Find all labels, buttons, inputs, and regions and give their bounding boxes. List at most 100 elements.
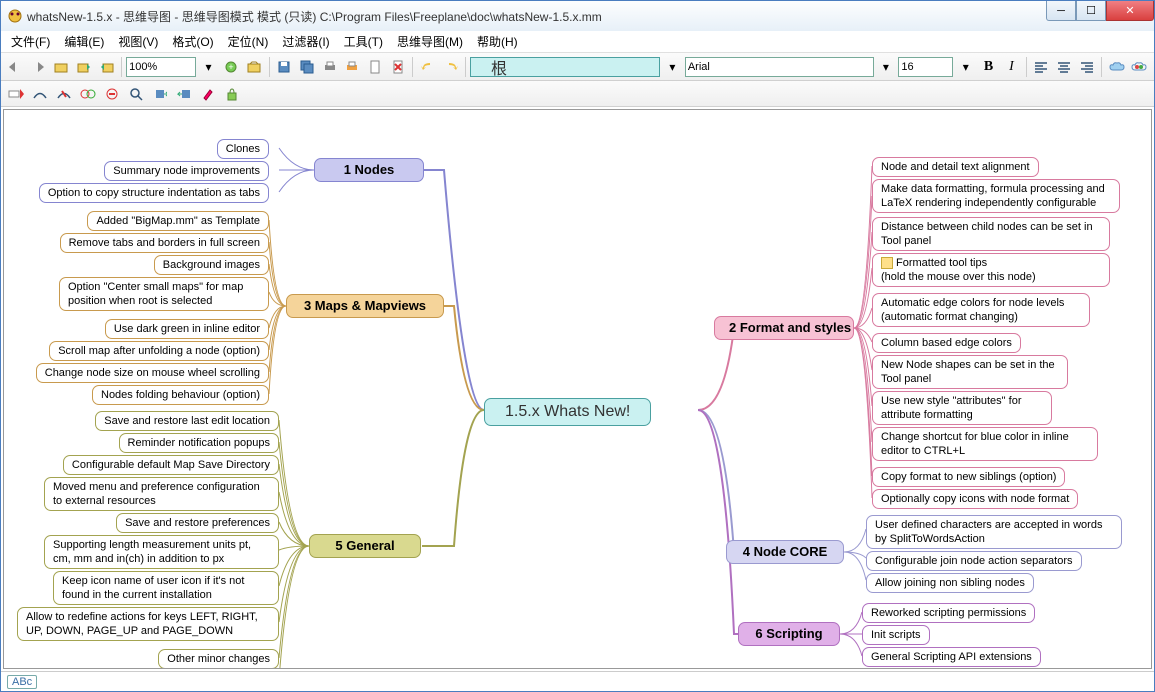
leaf-node[interactable]: Use new style "attributes" for attribute…	[872, 391, 1052, 425]
branch-maps[interactable]: 3 Maps & Mapviews	[286, 294, 444, 318]
cloud-icon[interactable]	[1106, 56, 1127, 78]
encrypt-icon[interactable]	[221, 83, 243, 105]
align-right-icon[interactable]	[1076, 56, 1097, 78]
bold-button[interactable]: B	[978, 56, 999, 78]
menu-navigate[interactable]: 定位(N)	[222, 31, 275, 52]
save-icon[interactable]	[274, 56, 295, 78]
folder-left-icon[interactable]	[73, 56, 94, 78]
redo-icon[interactable]	[440, 56, 461, 78]
menu-edit[interactable]: 编辑(E)	[58, 31, 110, 52]
link-icon[interactable]	[29, 83, 51, 105]
chevron-down-icon[interactable]: ▾	[955, 56, 976, 78]
leaf-node[interactable]: Background images	[154, 255, 269, 275]
menu-view[interactable]: 视图(V)	[112, 31, 164, 52]
leaf-node[interactable]: Remove tabs and borders in full screen	[60, 233, 269, 253]
mindmap-canvas[interactable]: 1.5.x Whats New! 1 Nodes Clones Summary …	[3, 109, 1152, 669]
prev-map-icon[interactable]	[5, 56, 26, 78]
leaf-node[interactable]: Summary node improvements	[104, 161, 269, 181]
leaf-node[interactable]: Reminder notification popups	[119, 433, 279, 453]
filter-apply-icon[interactable]	[77, 83, 99, 105]
goto-back-icon[interactable]	[173, 83, 195, 105]
leaf-node[interactable]: Configurable join node action separators	[866, 551, 1082, 571]
leaf-node[interactable]: Reworked scripting permissions	[862, 603, 1035, 623]
leaf-node[interactable]: User defined characters are accepted in …	[866, 515, 1122, 549]
root-node[interactable]: 1.5.x Whats New!	[484, 398, 651, 426]
leaf-node[interactable]: Change node size on mouse wheel scrollin…	[36, 363, 269, 383]
branch-format[interactable]: 2 Format and styles	[714, 316, 854, 340]
leaf-node[interactable]: Optionally copy icons with node format	[872, 489, 1078, 509]
leaf-node[interactable]: Formatted tool tips (hold the mouse over…	[872, 253, 1110, 287]
unlink-icon[interactable]	[53, 83, 75, 105]
highlight-icon[interactable]	[197, 83, 219, 105]
align-left-icon[interactable]	[1031, 56, 1052, 78]
fontsize-combo[interactable]	[898, 57, 953, 77]
leaf-node[interactable]: Allow joining non sibling nodes	[866, 573, 1034, 593]
leaf-node[interactable]: Option to copy structure indentation as …	[39, 183, 269, 203]
leaf-node[interactable]: Make data formatting, formula processing…	[872, 179, 1120, 213]
style-combo[interactable]	[470, 57, 660, 77]
undo-icon[interactable]	[417, 56, 438, 78]
toolbar-secondary	[1, 81, 1154, 107]
svg-text:+: +	[229, 62, 234, 72]
close-map-icon[interactable]	[388, 56, 409, 78]
page-setup-icon[interactable]	[365, 56, 386, 78]
leaf-node[interactable]: General Scripting API extensions	[862, 647, 1041, 667]
print-icon[interactable]	[319, 56, 340, 78]
leaf-node[interactable]: Change shortcut for blue color in inline…	[872, 427, 1098, 461]
leaf-node[interactable]: Use dark green in inline editor	[105, 319, 269, 339]
print-preview-icon[interactable]	[342, 56, 363, 78]
goto-root-icon[interactable]	[149, 83, 171, 105]
cloud-color-icon[interactable]	[1129, 56, 1150, 78]
filter-reset-icon[interactable]	[101, 83, 123, 105]
leaf-node[interactable]: Supporting length measurement units pt, …	[44, 535, 279, 569]
zoom-combo[interactable]	[126, 57, 196, 77]
align-center-icon[interactable]	[1054, 56, 1075, 78]
chevron-down-icon[interactable]: ▾	[198, 56, 219, 78]
leaf-node[interactable]: Scroll map after unfolding a node (optio…	[49, 341, 269, 361]
menu-mindmap[interactable]: 思维导图(M)	[391, 31, 469, 52]
branch-core[interactable]: 4 Node CORE	[726, 540, 844, 564]
save-all-icon[interactable]	[296, 56, 317, 78]
leaf-node[interactable]: Save and restore last edit location	[95, 411, 279, 431]
leaf-node[interactable]: Option "Center small maps" for map posit…	[59, 277, 269, 311]
leaf-node[interactable]: Automatic edge colors for node levels (a…	[872, 293, 1090, 327]
leaf-node[interactable]: Clones	[217, 139, 269, 159]
chevron-down-icon[interactable]: ▾	[662, 56, 683, 78]
leaf-node[interactable]: Column based edge colors	[872, 333, 1021, 353]
leaf-node[interactable]: Allow to redefine actions for keys LEFT,…	[17, 607, 279, 641]
menu-file[interactable]: 文件(F)	[5, 31, 56, 52]
branch-scripting[interactable]: 6 Scripting	[738, 622, 840, 646]
menu-help[interactable]: 帮助(H)	[471, 31, 524, 52]
leaf-node[interactable]: Other minor changes	[158, 649, 279, 669]
leaf-node[interactable]: Keep icon name of user icon if it's not …	[53, 571, 279, 605]
close-button[interactable]: ✕	[1106, 1, 1154, 21]
new-map-icon[interactable]: +	[221, 56, 242, 78]
leaf-node[interactable]: Node and detail text alignment	[872, 157, 1039, 177]
leaf-node[interactable]: Configurable default Map Save Directory	[63, 455, 279, 475]
leaf-node[interactable]: Init scripts	[862, 625, 930, 645]
italic-button[interactable]: I	[1001, 56, 1022, 78]
menu-format[interactable]: 格式(O)	[166, 31, 219, 52]
leaf-node[interactable]: Distance between child nodes can be set …	[872, 217, 1110, 251]
branch-general[interactable]: 5 General	[309, 534, 421, 558]
minimize-button[interactable]: ─	[1046, 1, 1076, 21]
open-icon[interactable]	[51, 56, 72, 78]
add-node-icon[interactable]	[5, 83, 27, 105]
maximize-button[interactable]: ☐	[1076, 1, 1106, 21]
leaf-node[interactable]: Moved menu and preference configuration …	[44, 477, 279, 511]
next-map-icon[interactable]	[28, 56, 49, 78]
menu-filter[interactable]: 过滤器(I)	[276, 31, 335, 52]
folder-right-icon[interactable]	[96, 56, 117, 78]
leaf-node[interactable]: New Node shapes can be set in the Tool p…	[872, 355, 1068, 389]
leaf-node[interactable]: Copy format to new siblings (option)	[872, 467, 1065, 487]
branch-nodes[interactable]: 1 Nodes	[314, 158, 424, 182]
chevron-down-icon[interactable]: ▾	[876, 56, 897, 78]
menu-tools[interactable]: 工具(T)	[338, 31, 389, 52]
font-combo[interactable]	[685, 57, 874, 77]
leaf-node[interactable]: Nodes folding behaviour (option)	[92, 385, 269, 405]
leaf-node[interactable]: Save and restore preferences	[116, 513, 279, 533]
separator	[1101, 57, 1102, 77]
open-map-icon[interactable]	[244, 56, 265, 78]
find-icon[interactable]	[125, 83, 147, 105]
leaf-node[interactable]: Added "BigMap.mm" as Template	[87, 211, 269, 231]
